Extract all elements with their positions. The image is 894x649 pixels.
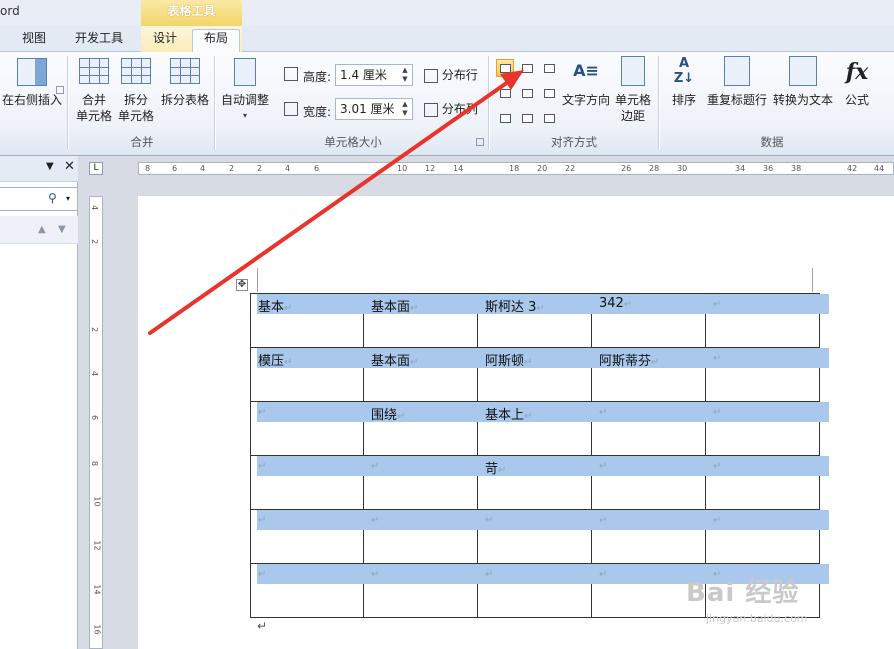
watermark-brand: Bai 经验	[686, 578, 800, 608]
annotation-overlay	[148, 70, 524, 335]
annotation-arrow-shaft	[148, 80, 510, 335]
watermark-url: jingyan.baidu.com	[706, 612, 808, 625]
